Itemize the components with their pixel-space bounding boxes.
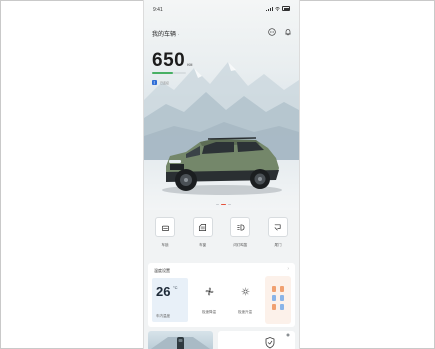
car-topview-icon <box>150 337 211 349</box>
mode-fast-cool[interactable]: 极速降温 <box>192 278 226 322</box>
page-title: 我的车辆 <box>152 32 177 38</box>
car-status-card[interactable] <box>148 331 213 349</box>
carousel-indicator[interactable] <box>216 204 231 205</box>
temperature-tile[interactable]: 26 °C 车内温度 <box>152 278 188 322</box>
title-suffix: . <box>178 30 180 37</box>
range-bar <box>152 72 186 74</box>
seat-layout-icon <box>272 286 284 310</box>
climate-title: 温度设置 <box>154 268 170 273</box>
quick-actions: 车锁 车窗 闪灯鸣笛 尾门 <box>148 212 295 254</box>
fan-icon <box>205 287 213 296</box>
bluetooth-icon: ᛒ <box>152 80 157 85</box>
signal-icon <box>266 6 273 11</box>
quick-action-label: 车窗 <box>199 243 207 247</box>
quick-action-label: 车锁 <box>161 243 169 247</box>
phone-screen: 9:41 我的车辆 . 650 KM ᛒ 已连接 车锁 车窗 闪灯鸣笛 尾门 温… <box>143 0 300 349</box>
quick-action-window[interactable]: 车窗 <box>186 212 220 254</box>
seat-heating-tile[interactable] <box>265 276 291 324</box>
more-icon[interactable] <box>268 28 276 36</box>
range-bar-fill <box>152 72 174 74</box>
sun-icon <box>241 287 249 296</box>
range-unit: KM <box>187 63 193 67</box>
range-display: 650 KM <box>152 50 192 72</box>
page-dot-active <box>221 204 226 205</box>
chevron-right-icon[interactable]: › <box>287 266 289 272</box>
lock-icon <box>161 225 169 231</box>
temperature-label: 车内温度 <box>156 314 170 318</box>
bell-icon[interactable] <box>284 28 292 36</box>
quick-action-flash-horn[interactable]: 闪灯鸣笛 <box>223 212 257 254</box>
mode-fast-heat[interactable]: 极速升温 <box>228 278 262 322</box>
bluetooth-text: 已连接 <box>160 80 170 85</box>
hero-area: 9:41 我的车辆 . 650 KM ᛒ 已连接 <box>144 0 299 210</box>
control-panel: 车锁 车窗 闪灯鸣笛 尾门 温度设置 › 26 °C 车内温度 极速降温 极速升… <box>144 210 299 349</box>
page-dot <box>228 204 231 205</box>
status-icons <box>266 6 290 11</box>
car-image <box>162 137 282 195</box>
battery-icon <box>282 6 290 11</box>
bottom-cards <box>148 331 295 349</box>
top-actions <box>268 28 292 36</box>
status-time: 9:41 <box>153 7 163 13</box>
quick-action-lock[interactable]: 车锁 <box>148 212 182 254</box>
temperature-value: 26 <box>156 284 171 299</box>
quick-action-label: 尾门 <box>274 243 282 247</box>
wifi-icon <box>275 6 280 11</box>
page-dot <box>216 204 219 205</box>
range-value: 650 <box>152 50 186 71</box>
tailgate-icon <box>275 223 282 230</box>
quick-action-tailgate[interactable]: 尾门 <box>261 212 295 254</box>
window-icon <box>199 223 207 231</box>
mode-label: 极速升温 <box>238 310 252 314</box>
climate-card[interactable]: 温度设置 › 26 °C 车内温度 极速降温 极速升温 <box>148 263 295 327</box>
security-card[interactable] <box>218 331 295 349</box>
headlight-icon <box>237 223 245 231</box>
shield-icon <box>265 333 290 349</box>
vehicle-selector[interactable]: 我的车辆 . <box>152 29 180 39</box>
bluetooth-status[interactable]: ᛒ 已连接 <box>152 80 169 85</box>
quick-action-label: 闪灯鸣笛 <box>233 243 248 247</box>
temperature-unit: °C <box>173 285 178 290</box>
mode-label: 极速降温 <box>202 310 216 314</box>
